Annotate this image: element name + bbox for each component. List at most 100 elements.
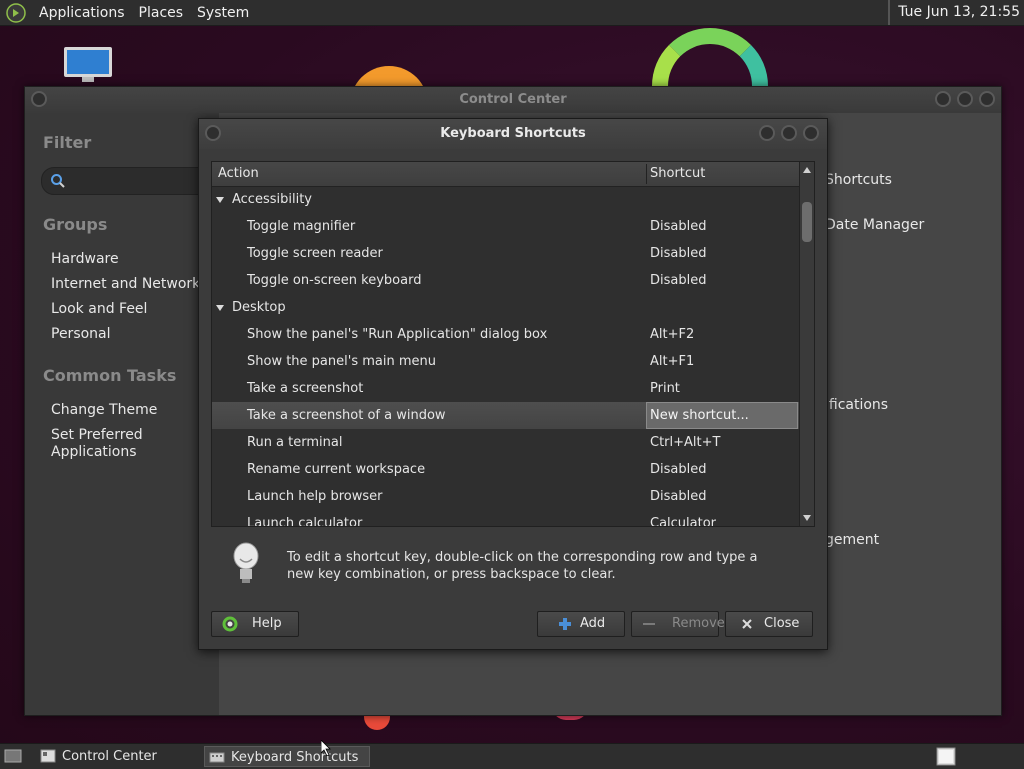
search-icon bbox=[51, 174, 65, 188]
item-date-manager-partial[interactable]: Date Manager bbox=[825, 217, 924, 233]
groups-heading: Groups bbox=[43, 215, 108, 234]
dialog-menu-button[interactable] bbox=[205, 125, 221, 141]
row-shortcut: Ctrl+Alt+T bbox=[650, 435, 721, 450]
row-action: Show the panel's "Run Application" dialo… bbox=[247, 327, 548, 342]
add-button[interactable]: Add bbox=[537, 611, 625, 637]
task-applications[interactable]: Applications bbox=[51, 444, 137, 460]
tree-group-row[interactable]: Desktop bbox=[212, 294, 800, 321]
remove-button-label: Remove bbox=[672, 616, 725, 631]
table-row[interactable]: Show the panel's "Run Application" dialo… bbox=[212, 321, 800, 348]
row-action: Toggle magnifier bbox=[247, 219, 356, 234]
row-shortcut: Alt+F1 bbox=[650, 354, 695, 369]
row-shortcut: Disabled bbox=[650, 219, 707, 234]
scroll-down-arrow-icon[interactable] bbox=[803, 515, 811, 521]
dialog-title: Keyboard Shortcuts bbox=[440, 126, 586, 141]
row-shortcut: Calculator bbox=[650, 516, 717, 527]
close-icon bbox=[742, 619, 752, 629]
shortcut-edit-field[interactable]: New shortcut... bbox=[646, 402, 798, 429]
dialog-titlebar[interactable]: Keyboard Shortcuts bbox=[199, 119, 827, 149]
remove-button[interactable]: Remove bbox=[631, 611, 725, 637]
menu-applications[interactable]: Applications bbox=[32, 5, 132, 21]
help-button[interactable]: Help bbox=[211, 611, 299, 637]
row-shortcut: Disabled bbox=[650, 489, 707, 504]
task-change-theme[interactable]: Change Theme bbox=[51, 402, 157, 418]
window-menu-button[interactable] bbox=[31, 91, 47, 107]
table-row[interactable]: Launch calculator Calculator bbox=[212, 510, 800, 527]
workspace-switcher-icon[interactable] bbox=[936, 747, 956, 766]
column-shortcut[interactable]: Shortcut bbox=[650, 162, 705, 186]
computer-desktop-icon[interactable] bbox=[62, 46, 114, 82]
top-panel: Applications Places System Tue Jun 13, 2… bbox=[0, 0, 1024, 26]
table-row[interactable]: Launch help browser Disabled bbox=[212, 483, 800, 510]
expander-arrow-icon[interactable] bbox=[216, 305, 224, 311]
add-button-label: Add bbox=[580, 616, 606, 631]
group-hardware[interactable]: Hardware bbox=[51, 251, 119, 267]
task-set-preferred[interactable]: Set Preferred bbox=[51, 427, 143, 443]
row-action: Toggle on-screen keyboard bbox=[247, 273, 422, 288]
tree-group-row[interactable]: Accessibility bbox=[212, 186, 800, 213]
row-action: Desktop bbox=[232, 300, 286, 315]
shortcuts-tree[interactable]: Action Shortcut Accessibility Toggle magn… bbox=[211, 161, 815, 527]
minus-icon bbox=[643, 623, 655, 625]
taskbar-keyboard-shortcuts-label: Keyboard Shortcuts bbox=[231, 750, 359, 765]
row-action: Launch calculator bbox=[247, 516, 363, 527]
dialog-close-window-button[interactable] bbox=[803, 125, 819, 141]
control-center-title: Control Center bbox=[459, 92, 567, 107]
item-notifications-partial[interactable]: ifications bbox=[825, 397, 888, 413]
dialog-minimize-button[interactable] bbox=[759, 125, 775, 141]
tree-rows: Accessibility Toggle magnifier Disabled Tog… bbox=[212, 186, 800, 527]
minimize-button[interactable] bbox=[935, 91, 951, 107]
expander-arrow-icon[interactable] bbox=[216, 197, 224, 203]
row-shortcut: Disabled bbox=[650, 246, 707, 261]
row-action: Take a screenshot bbox=[247, 381, 364, 396]
column-divider[interactable] bbox=[646, 164, 647, 184]
menu-system[interactable]: System bbox=[190, 5, 256, 21]
row-shortcut: Alt+F2 bbox=[650, 327, 695, 342]
control-center-titlebar[interactable]: Control Center bbox=[25, 87, 1001, 113]
group-personal[interactable]: Personal bbox=[51, 326, 111, 342]
row-shortcut: Print bbox=[650, 381, 680, 396]
table-row[interactable]: Toggle screen reader Disabled bbox=[212, 240, 800, 267]
close-button-label: Close bbox=[764, 616, 800, 631]
group-look-feel[interactable]: Look and Feel bbox=[51, 301, 147, 317]
close-button[interactable]: Close bbox=[725, 611, 813, 637]
row-action: Launch help browser bbox=[247, 489, 383, 504]
tree-scrollbar[interactable] bbox=[799, 162, 814, 526]
dialog-maximize-button[interactable] bbox=[781, 125, 797, 141]
show-desktop-icon[interactable] bbox=[4, 749, 22, 763]
item-shortcuts-partial[interactable]: Shortcuts bbox=[825, 172, 892, 188]
scroll-up-arrow-icon[interactable] bbox=[803, 167, 811, 173]
common-tasks-heading: Common Tasks bbox=[43, 366, 177, 385]
row-action: Accessibility bbox=[232, 192, 312, 207]
item-management-partial[interactable]: gement bbox=[825, 532, 879, 548]
close-window-button[interactable] bbox=[979, 91, 995, 107]
control-center-sidebar: Filter Groups Hardware Internet and Netw… bbox=[25, 113, 221, 715]
maximize-button[interactable] bbox=[957, 91, 973, 107]
filter-search-input[interactable] bbox=[41, 167, 221, 195]
clock[interactable]: Tue Jun 13, 21:55 bbox=[888, 0, 1020, 25]
menu-places[interactable]: Places bbox=[132, 5, 191, 21]
row-action: Run a terminal bbox=[247, 435, 343, 450]
bottom-panel: Control Center Keyboard Shortcuts bbox=[0, 743, 1024, 769]
table-row[interactable]: Rename current workspace Disabled bbox=[212, 456, 800, 483]
table-row[interactable]: Toggle magnifier Disabled bbox=[212, 213, 800, 240]
help-button-label: Help bbox=[252, 616, 282, 631]
column-action[interactable]: Action bbox=[218, 162, 259, 186]
mate-logo-icon[interactable] bbox=[6, 2, 26, 23]
taskbar-control-center[interactable]: Control Center bbox=[36, 746, 196, 767]
table-row[interactable]: Toggle on-screen keyboard Disabled bbox=[212, 267, 800, 294]
tree-header: Action Shortcut bbox=[212, 162, 800, 187]
scrollbar-thumb[interactable] bbox=[802, 202, 812, 242]
row-shortcut: Disabled bbox=[650, 273, 707, 288]
group-internet-network[interactable]: Internet and Network bbox=[51, 276, 200, 292]
row-action: Show the panel's main menu bbox=[247, 354, 436, 369]
table-row[interactable]: Take a screenshot of a window New shortcu… bbox=[212, 402, 800, 429]
lightbulb-icon bbox=[233, 542, 259, 583]
table-row[interactable]: Show the panel's main menu Alt+F1 bbox=[212, 348, 800, 375]
control-center-app-icon bbox=[40, 749, 56, 763]
row-action: Take a screenshot of a window bbox=[247, 408, 446, 423]
table-row[interactable]: Take a screenshot Print bbox=[212, 375, 800, 402]
table-row[interactable]: Run a terminal Ctrl+Alt+T bbox=[212, 429, 800, 456]
taskbar-keyboard-shortcuts[interactable]: Keyboard Shortcuts bbox=[204, 746, 370, 767]
help-icon bbox=[222, 616, 238, 632]
